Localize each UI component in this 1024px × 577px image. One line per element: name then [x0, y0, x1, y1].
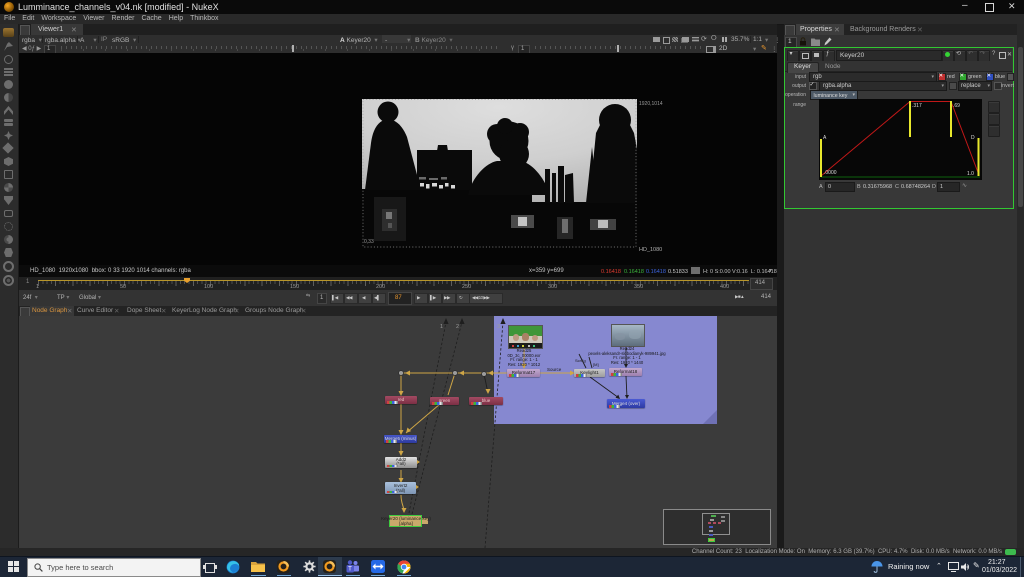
svg-text:2: 2	[456, 324, 459, 330]
svg-text:.317: .317	[912, 103, 922, 109]
svg-text:.0000: .0000	[824, 170, 837, 176]
svg-text:Source: Source	[547, 367, 562, 372]
svg-text:.69: .69	[953, 103, 960, 109]
svg-text:D: D	[971, 135, 975, 141]
svg-text:T: T	[348, 566, 352, 573]
svg-text:1.0: 1.0	[967, 171, 974, 177]
svg-text:3: 3	[497, 324, 500, 330]
svg-text:1: 1	[440, 324, 443, 330]
